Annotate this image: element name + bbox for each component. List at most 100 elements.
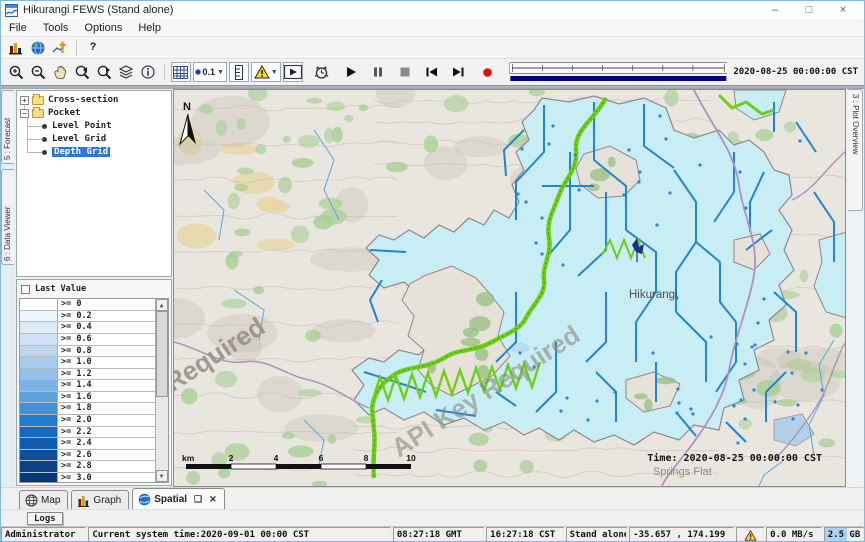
tree-item-level-grid[interactable]: Level Grid: [42, 133, 106, 145]
record-button[interactable]: [478, 62, 498, 82]
scale-button[interactable]: [229, 62, 249, 82]
legend-row[interactable]: >= 3.0: [20, 473, 168, 483]
legend-row[interactable]: >= 1.0: [20, 357, 168, 369]
legend-row[interactable]: >= 1.2: [20, 369, 168, 381]
statistics-button[interactable]: [6, 38, 26, 58]
pan-button[interactable]: [50, 62, 70, 82]
tab-data-viewer[interactable]: 6 : Data Viewer: [1, 169, 14, 265]
layers-button[interactable]: [116, 62, 136, 82]
time-slider[interactable]: [509, 62, 728, 82]
warnings-dropdown[interactable]: ▼: [251, 62, 281, 82]
grid-toggle-button[interactable]: [171, 62, 191, 82]
tab-plot-overview[interactable]: 3 : Plot Overview: [848, 89, 863, 211]
legend-row[interactable]: >= 1.4: [20, 380, 168, 392]
tab-graph-label: Graph: [93, 495, 121, 506]
tree-item-label: Level Grid: [52, 134, 106, 144]
logs-button[interactable]: Logs: [27, 512, 63, 525]
legend-row[interactable]: >= 2.6: [20, 450, 168, 462]
skip-to-end-button[interactable]: [449, 62, 469, 82]
legend-swatch: [20, 369, 58, 380]
legend-swatch: [20, 415, 58, 426]
tab-forecast-label: 5 : Forecast: [3, 118, 12, 160]
tab-spatial-label: Spatial: [154, 494, 187, 505]
stop-icon: [399, 66, 411, 78]
tab-forecast[interactable]: 5 : Forecast: [1, 90, 14, 164]
scrollbar-thumb[interactable]: [156, 311, 168, 397]
legend-swatch: [20, 346, 58, 357]
menu-help[interactable]: Help: [130, 21, 169, 35]
tab-map-label: Map: [41, 495, 60, 506]
tree-item-depth-grid[interactable]: Depth Grid: [42, 146, 110, 158]
play-button[interactable]: [341, 62, 361, 82]
help-icon: ?: [90, 42, 97, 53]
legend-row[interactable]: >= 2.4: [20, 438, 168, 450]
map-view[interactable]: API Key Required API Key Required Hikura…: [173, 89, 846, 487]
scale-tick: 2: [228, 453, 233, 463]
legend-swatch: [20, 461, 58, 472]
tab-spatial[interactable]: Spatial ❑ ✕: [132, 488, 224, 509]
scroll-down-icon[interactable]: ▼: [156, 470, 168, 482]
help-button[interactable]: ?: [83, 38, 103, 58]
tab-close-icon[interactable]: ✕: [209, 494, 217, 505]
legend-row[interactable]: >= 2.2: [20, 427, 168, 439]
toolbar-separator: [76, 40, 77, 56]
legend-row[interactable]: >= 1.6: [20, 392, 168, 404]
zoom-next-button[interactable]: [94, 62, 114, 82]
legend-row[interactable]: >= 1.8: [20, 403, 168, 415]
tree-item-cross-section[interactable]: + Cross-section: [20, 94, 118, 106]
legend-row[interactable]: >= 0.2: [20, 311, 168, 323]
info-button[interactable]: [138, 62, 158, 82]
legend-row[interactable]: >= 0.4: [20, 322, 168, 334]
expand-icon[interactable]: +: [20, 96, 29, 105]
tab-graph[interactable]: Graph: [71, 490, 129, 509]
movie-player-button[interactable]: [283, 62, 303, 82]
checkbox-icon[interactable]: [21, 285, 30, 294]
legend-row[interactable]: >= 2.8: [20, 461, 168, 473]
legend-swatch: [20, 380, 58, 391]
tab-plot-overview-label: 3 : Plot Overview: [851, 94, 860, 154]
legend-row[interactable]: >= 2.0: [20, 415, 168, 427]
legend-panel: Last Value >= 0>= 0.2>= 0.4>= 0.6>= 0.8>…: [16, 279, 172, 486]
legend-scrollbar[interactable]: ▲ ▼: [155, 299, 168, 482]
skip-to-start-button[interactable]: [422, 62, 442, 82]
close-button[interactable]: ×: [826, 1, 860, 19]
bullet-icon: [42, 124, 47, 129]
scroll-up-icon[interactable]: ▲: [156, 299, 168, 311]
legend-swatch: [20, 403, 58, 414]
timeseries-button[interactable]: [50, 38, 70, 58]
tree-item-level-point[interactable]: Level Point: [42, 120, 112, 132]
maximize-button[interactable]: □: [792, 1, 826, 19]
collapse-icon[interactable]: −: [20, 109, 29, 118]
legend-swatch: [20, 322, 58, 333]
status-warning[interactable]: [736, 527, 764, 542]
minimize-button[interactable]: –: [758, 1, 792, 19]
menu-tools[interactable]: Tools: [35, 21, 77, 35]
stop-button[interactable]: [395, 62, 415, 82]
zoom-out-button[interactable]: [28, 62, 48, 82]
zoom-in-button[interactable]: [6, 62, 26, 82]
time-slider-track: [509, 62, 728, 82]
menu-options[interactable]: Options: [76, 21, 130, 35]
tab-map[interactable]: Map: [19, 490, 68, 509]
animation-settings-button[interactable]: [312, 62, 332, 82]
legend-row[interactable]: >= 0.8: [20, 346, 168, 358]
menu-file[interactable]: File: [1, 21, 35, 35]
skip-start-icon: [425, 66, 438, 78]
pause-button[interactable]: [368, 62, 388, 82]
tree-item-pocket[interactable]: − Pocket: [20, 107, 81, 119]
interval-dot-icon: [195, 69, 201, 75]
zoom-previous-button[interactable]: [72, 62, 92, 82]
app-window: Hikurangi FEWS (Stand alone) – □ × File …: [0, 0, 865, 542]
folder-icon: [32, 109, 44, 118]
status-download-rate: 0.0 MB/s: [766, 527, 822, 542]
last-value-checkbox[interactable]: Last Value: [17, 280, 171, 298]
legend-label: >= 2.4: [58, 438, 168, 449]
legend-label: >= 0.6: [58, 334, 168, 345]
interval-dropdown[interactable]: 0.1 ▼: [193, 62, 227, 82]
legend-label: >= 1.0: [58, 357, 168, 368]
timeline-span-bar: [510, 76, 726, 81]
tab-restore-icon[interactable]: ❑: [194, 494, 202, 505]
legend-row[interactable]: >= 0.6: [20, 334, 168, 346]
legend-row[interactable]: >= 0: [20, 299, 168, 311]
map-display-button[interactable]: [28, 38, 48, 58]
